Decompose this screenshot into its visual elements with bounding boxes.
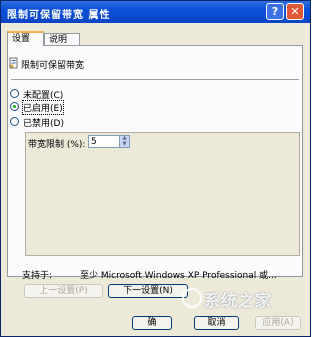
title-bar[interactable]: 限制可保留带宽 属性 ? ✕ bbox=[1, 1, 310, 23]
close-button[interactable]: ✕ bbox=[286, 3, 304, 20]
next-setting-button[interactable]: 下一设置(N) bbox=[108, 284, 188, 298]
supported-on-value: 至少 Microsoft Windows XP Professional 或..… bbox=[80, 271, 277, 281]
radio-not-configured-button[interactable] bbox=[10, 89, 19, 98]
options-group bbox=[25, 132, 300, 256]
previous-setting-button[interactable]: 上一设置(P) bbox=[24, 284, 103, 298]
bandwidth-spinner[interactable]: ▲ ▼ bbox=[119, 135, 130, 148]
bandwidth-limit-label: 带宽限制 (%): bbox=[28, 140, 86, 150]
close-icon: ✕ bbox=[290, 5, 300, 18]
spin-down-icon[interactable]: ▼ bbox=[120, 142, 129, 147]
help-button[interactable]: ? bbox=[266, 3, 284, 20]
tab-settings[interactable]: 设置 bbox=[7, 31, 44, 46]
dialog-title: 限制可保留带宽 属性 bbox=[7, 10, 111, 21]
radio-disabled-button[interactable] bbox=[10, 117, 19, 126]
radio-enabled-button[interactable] bbox=[10, 102, 19, 111]
radio-not-configured-label[interactable]: 未配置(C) bbox=[23, 88, 63, 101]
policy-setting-icon bbox=[9, 57, 18, 69]
supported-on-label: 支持于: bbox=[22, 271, 53, 281]
radio-enabled-label[interactable]: 已启用(E) bbox=[22, 100, 64, 115]
watermark-logo: 系统之家 bbox=[180, 285, 306, 315]
setting-name: 限制可保留带宽 bbox=[21, 61, 85, 71]
cancel-button[interactable]: 取消 bbox=[194, 316, 239, 330]
divider bbox=[11, 79, 299, 80]
help-icon: ? bbox=[271, 5, 279, 18]
radio-disabled-label[interactable]: 已禁用(D) bbox=[23, 116, 64, 129]
ok-button[interactable]: 确 bbox=[132, 316, 172, 330]
watermark-text: 系统之家 bbox=[204, 291, 273, 310]
watermark-icon bbox=[182, 288, 202, 308]
apply-button[interactable]: 应用(A) bbox=[255, 316, 301, 330]
